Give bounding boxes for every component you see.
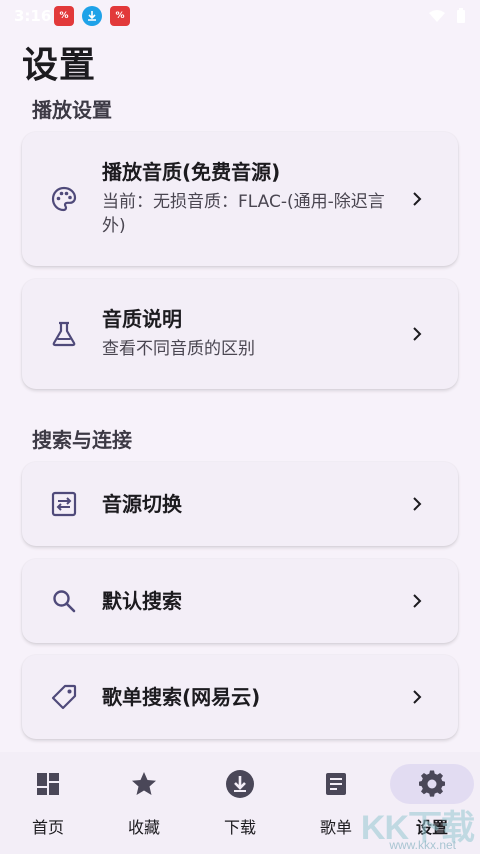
chevron-right-icon xyxy=(410,594,424,608)
default-search-item[interactable]: 默认搜索 xyxy=(22,559,458,643)
notification-app-icon: % xyxy=(54,6,74,26)
battery-icon xyxy=(456,8,466,24)
item-title: 音源切换 xyxy=(102,492,182,516)
item-subtitle: 查看不同音质的区别 xyxy=(102,339,255,359)
nav-label: 下载 xyxy=(223,818,256,837)
quality-explanation-item[interactable]: 音质说明 查看不同音质的区别 xyxy=(22,279,458,389)
star-icon xyxy=(112,764,176,804)
nav-label: 收藏 xyxy=(127,818,160,837)
search-icon xyxy=(50,587,78,615)
watermark-url: www.kkx.net xyxy=(389,838,456,852)
wifi-icon xyxy=(428,9,446,23)
flask-icon xyxy=(50,320,78,348)
playback-quality-item[interactable]: 播放音质(免费音源) 当前：无损音质：FLAC-(通用-除迟言外) xyxy=(22,132,458,266)
palette-icon xyxy=(50,185,78,213)
status-bar: 3:16 % % xyxy=(0,0,480,32)
nav-label: 首页 xyxy=(31,818,64,837)
dashboard-icon xyxy=(16,764,80,804)
status-time: 3:16 xyxy=(14,7,52,25)
page-title: 设置 xyxy=(22,45,97,86)
nav-item-home[interactable]: 首页 xyxy=(0,752,96,854)
list-icon xyxy=(304,764,368,804)
section-header-search: 搜索与连接 xyxy=(32,428,132,452)
download-icon xyxy=(208,764,272,804)
chevron-right-icon xyxy=(410,497,424,511)
item-title: 播放音质(免费音源) xyxy=(102,160,281,184)
gear-icon xyxy=(390,764,474,804)
nav-label: 歌单 xyxy=(319,818,352,837)
notification-app-icon: % xyxy=(110,6,130,26)
section-header-playback: 播放设置 xyxy=(32,98,112,122)
playlist-search-item[interactable]: 歌单搜索(网易云) xyxy=(22,655,458,739)
nav-item-downloads[interactable]: 下载 xyxy=(192,752,288,854)
item-title: 默认搜索 xyxy=(102,589,182,613)
chevron-right-icon xyxy=(410,327,424,341)
swap-icon xyxy=(50,490,78,518)
chevron-right-icon xyxy=(410,690,424,704)
source-switch-item[interactable]: 音源切换 xyxy=(22,462,458,546)
item-title: 音质说明 xyxy=(102,307,182,331)
nav-item-favorites[interactable]: 收藏 xyxy=(96,752,192,854)
item-subtitle: 当前：无损音质：FLAC-(通用-除迟言外) xyxy=(102,192,385,236)
download-notification-icon xyxy=(82,6,102,26)
item-title: 歌单搜索(网易云) xyxy=(102,685,261,709)
chevron-right-icon xyxy=(410,192,424,206)
tag-icon xyxy=(50,683,78,711)
